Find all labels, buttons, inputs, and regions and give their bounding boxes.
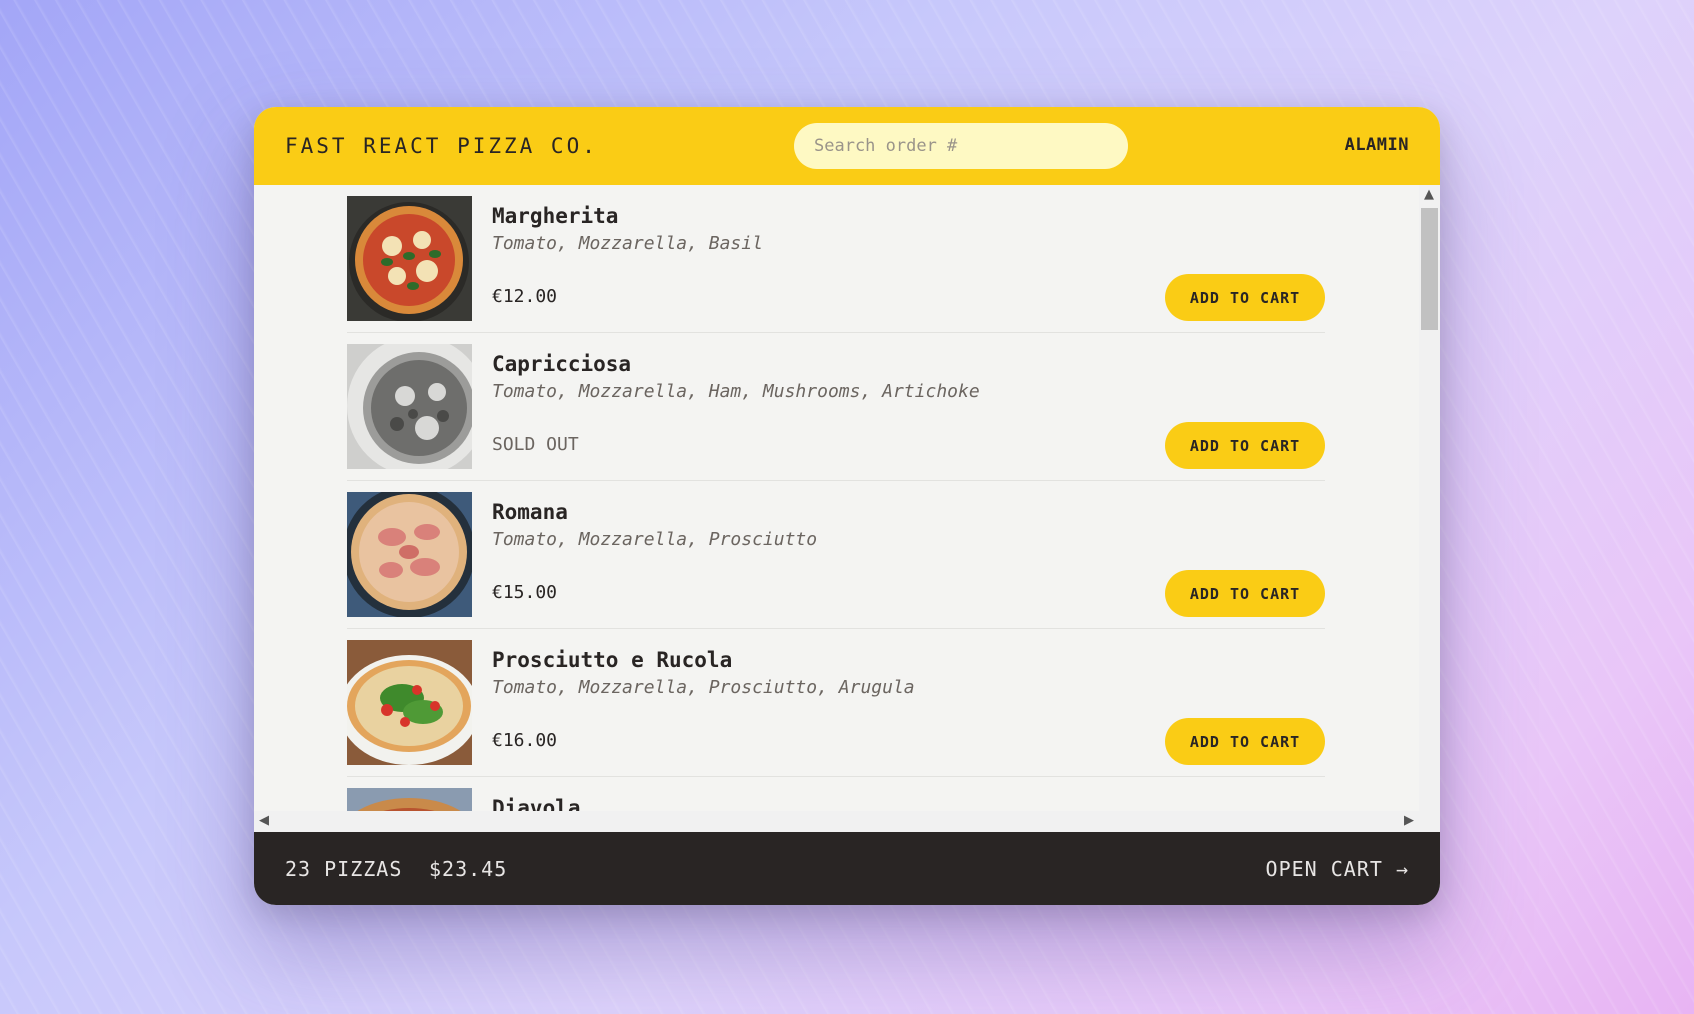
menu-item: Romana Tomato, Mozzarella, Prosciutto €1… bbox=[347, 481, 1325, 629]
pizza-image bbox=[347, 640, 472, 765]
menu-item: Capricciosa Tomato, Mozzarella, Ham, Mus… bbox=[347, 333, 1325, 481]
add-to-cart-button[interactable]: ADD TO CART bbox=[1165, 274, 1325, 321]
cart-overview: 23 PIZZAS $23.45 OPEN CART → bbox=[254, 832, 1440, 905]
pizza-count: 23 PIZZAS bbox=[285, 857, 403, 881]
pizza-name: Margherita bbox=[492, 204, 619, 228]
pizza-image bbox=[347, 196, 472, 321]
scroll-up-icon[interactable]: ▲ bbox=[1424, 187, 1434, 202]
search-order-input[interactable] bbox=[794, 123, 1128, 169]
header: FAST REACT PIZZA CO. ALAMIN bbox=[254, 107, 1440, 185]
pizza-name: Capricciosa bbox=[492, 352, 632, 376]
pizza-price: €12.00 bbox=[492, 286, 558, 307]
menu-item: Margherita Tomato, Mozzarella, Basil €12… bbox=[347, 185, 1325, 333]
menu-content: Margherita Tomato, Mozzarella, Basil €12… bbox=[254, 185, 1419, 829]
pizza-image bbox=[347, 344, 472, 469]
pizza-name: Prosciutto e Rucola bbox=[492, 648, 733, 672]
pizza-ingredients: Tomato, Mozzarella, Ham, Mushrooms, Arti… bbox=[492, 381, 980, 402]
menu-list: Margherita Tomato, Mozzarella, Basil €12… bbox=[347, 185, 1325, 829]
scrollbar-thumb[interactable] bbox=[1421, 208, 1438, 330]
add-to-cart-button[interactable]: ADD TO CART bbox=[1165, 422, 1325, 469]
open-cart-link[interactable]: OPEN CART → bbox=[1266, 857, 1409, 881]
menu-item: Prosciutto e Rucola Tomato, Mozzarella, … bbox=[347, 629, 1325, 777]
pizza-price: €16.00 bbox=[492, 730, 558, 751]
pizza-ingredients: Tomato, Mozzarella, Prosciutto bbox=[492, 529, 818, 550]
horizontal-scrollbar[interactable]: ◀ ▶ bbox=[254, 811, 1419, 832]
scrollbar-corner bbox=[1419, 811, 1440, 832]
scroll-left-icon[interactable]: ◀ bbox=[259, 813, 269, 828]
vertical-scrollbar[interactable]: ▲ ▼ bbox=[1419, 185, 1440, 829]
pizza-price: €15.00 bbox=[492, 582, 558, 603]
sold-out-label: SOLD OUT bbox=[492, 434, 579, 455]
pizza-ingredients: Tomato, Mozzarella, Prosciutto, Arugula bbox=[492, 677, 915, 698]
pizza-name: Romana bbox=[492, 500, 568, 524]
username: ALAMIN bbox=[1344, 135, 1409, 155]
pizza-ingredients: Tomato, Mozzarella, Basil bbox=[492, 233, 763, 254]
pizza-image bbox=[347, 492, 472, 617]
add-to-cart-button[interactable]: ADD TO CART bbox=[1165, 570, 1325, 617]
app-logo[interactable]: FAST REACT PIZZA CO. bbox=[285, 134, 598, 158]
cart-total: $23.45 bbox=[429, 857, 508, 881]
scroll-right-icon[interactable]: ▶ bbox=[1404, 813, 1414, 828]
app-window: FAST REACT PIZZA CO. ALAMIN bbox=[254, 107, 1440, 905]
add-to-cart-button[interactable]: ADD TO CART bbox=[1165, 718, 1325, 765]
